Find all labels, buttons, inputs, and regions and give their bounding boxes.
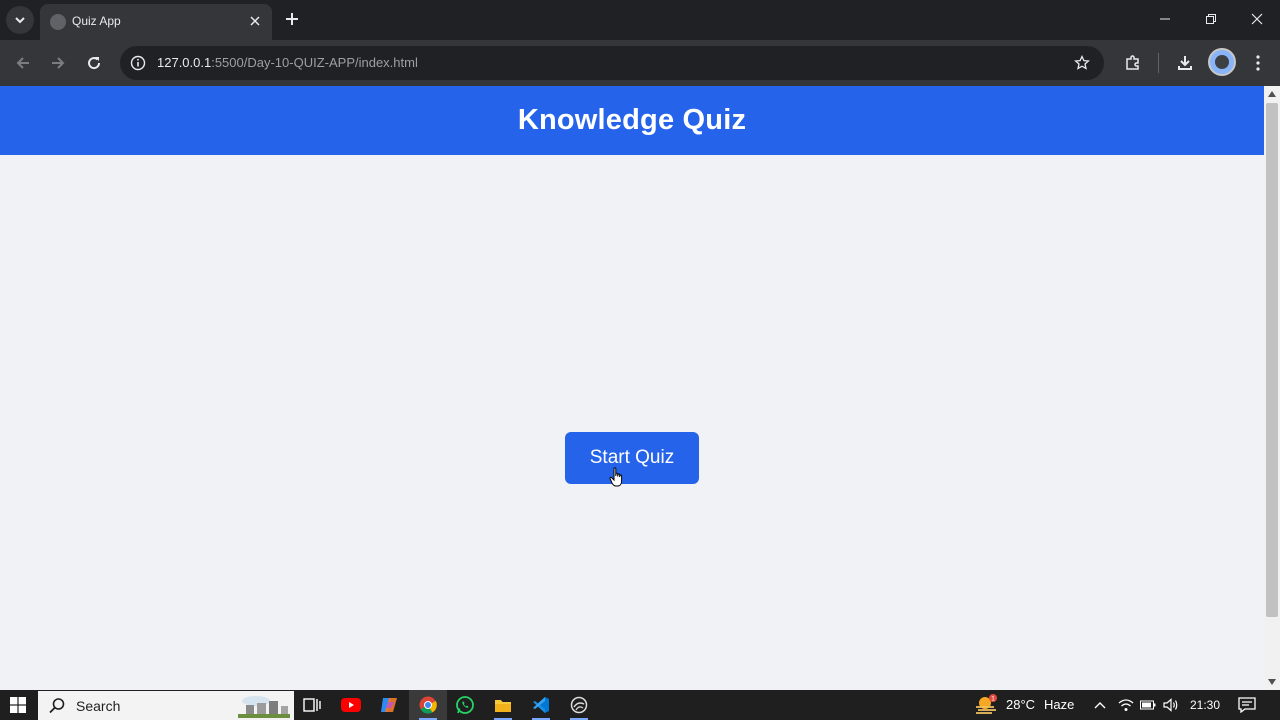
back-button[interactable] [8, 48, 38, 78]
taskbar-whatsapp[interactable] [446, 690, 484, 720]
bookmark-star-icon[interactable] [1072, 53, 1092, 73]
vscode-icon [533, 697, 549, 713]
page-viewport: Knowledge Quiz Start Quiz [0, 86, 1264, 690]
search-highlight-illustration [238, 696, 290, 718]
close-icon [250, 16, 260, 26]
windows-start-button[interactable] [0, 690, 36, 720]
browser-tab-strip: Quiz App [0, 0, 1280, 40]
reload-button[interactable] [79, 48, 109, 78]
download-icon [1178, 56, 1192, 70]
taskbar-clock[interactable]: 21:30 [1190, 698, 1220, 712]
site-info-icon[interactable] [128, 53, 148, 73]
browser-tab-active[interactable]: Quiz App [40, 4, 272, 40]
taskbar-youtube[interactable] [332, 690, 370, 720]
taskbar-vscode[interactable] [522, 690, 560, 720]
whatsapp-icon [456, 696, 474, 714]
scroll-down-button[interactable] [1264, 674, 1280, 690]
profile-avatar[interactable] [1208, 48, 1236, 76]
puzzle-icon [1126, 55, 1139, 70]
toolbar-separator [1158, 53, 1159, 73]
scroll-thumb[interactable] [1266, 103, 1278, 617]
task-view-icon [303, 698, 321, 712]
globe-icon [50, 14, 66, 30]
windows-taskbar: Search 1 28°C Haze 21:30 [0, 690, 1280, 720]
more-vertical-icon [1256, 55, 1260, 71]
page-title: Knowledge Quiz [517, 104, 747, 136]
taskbar-search-placeholder: Search [76, 698, 121, 714]
taskbar-copilot[interactable] [370, 690, 408, 720]
tray-network[interactable] [1118, 697, 1134, 713]
notification-center-button[interactable] [1236, 695, 1258, 715]
taskbar-search-box[interactable]: Search [38, 691, 294, 720]
tab-close-button[interactable] [246, 12, 264, 30]
extensions-button[interactable] [1118, 48, 1148, 78]
minimize-icon [1160, 18, 1170, 20]
page-scrollbar[interactable] [1264, 86, 1280, 690]
chevron-down-icon [15, 17, 25, 24]
new-tab-button[interactable] [280, 6, 304, 32]
taskbar-edge-dev[interactable] [560, 690, 598, 720]
chrome-icon [419, 696, 437, 714]
start-quiz-button[interactable]: Start Quiz [565, 432, 699, 484]
folder-icon [495, 700, 511, 712]
restore-button[interactable] [1188, 0, 1234, 38]
page-header: Knowledge Quiz [0, 86, 1264, 155]
restore-icon [1206, 14, 1216, 24]
arrow-left-icon [16, 57, 29, 69]
edge-dev-icon [570, 696, 588, 714]
tray-volume[interactable] [1163, 697, 1179, 713]
plus-icon [286, 13, 298, 25]
downloads-button[interactable] [1170, 48, 1200, 78]
scroll-up-button[interactable] [1264, 86, 1280, 102]
arrow-right-icon [52, 57, 65, 69]
tray-battery[interactable] [1140, 697, 1156, 713]
wifi-icon [1118, 699, 1134, 711]
weather-condition[interactable]: Haze [1044, 698, 1074, 712]
url-path: :5500/Day-10-QUIZ-APP/index.html [211, 55, 418, 70]
avatar-face [1215, 55, 1229, 69]
youtube-icon [341, 698, 361, 712]
close-window-button[interactable] [1234, 0, 1280, 38]
chevron-up-icon [1094, 702, 1106, 709]
notification-icon [1238, 697, 1256, 713]
tab-title: Quiz App [72, 14, 121, 28]
weather-haze-icon[interactable]: 1 [974, 694, 998, 716]
tab-search-button[interactable] [6, 6, 34, 34]
weather-temperature[interactable]: 28°C [1006, 698, 1035, 712]
speaker-icon [1163, 698, 1178, 712]
url-text: 127.0.0.1:5500/Day-10-QUIZ-APP/index.htm… [157, 55, 418, 71]
taskbar-chrome[interactable] [409, 690, 447, 720]
search-icon [49, 698, 65, 714]
close-icon [1251, 13, 1263, 25]
triangle-down-icon [1268, 679, 1276, 685]
hand-cursor-icon [609, 467, 623, 487]
taskbar-file-explorer[interactable] [484, 690, 522, 720]
reload-icon [88, 57, 101, 70]
minimize-button[interactable] [1142, 0, 1188, 38]
browser-menu-button[interactable] [1243, 48, 1273, 78]
url-host: 127.0.0.1 [157, 55, 212, 70]
triangle-up-icon [1268, 91, 1276, 97]
copilot-icon [381, 698, 397, 712]
forward-button[interactable] [43, 48, 73, 78]
windows-logo-icon [10, 697, 26, 713]
tray-overflow-button[interactable] [1092, 697, 1108, 713]
task-view-button[interactable] [293, 690, 331, 720]
browser-toolbar: 127.0.0.1:5500/Day-10-QUIZ-APP/index.htm… [0, 40, 1280, 86]
weather-badge: 1 [991, 696, 995, 703]
battery-icon [1140, 700, 1156, 710]
address-bar[interactable]: 127.0.0.1:5500/Day-10-QUIZ-APP/index.htm… [120, 46, 1104, 80]
